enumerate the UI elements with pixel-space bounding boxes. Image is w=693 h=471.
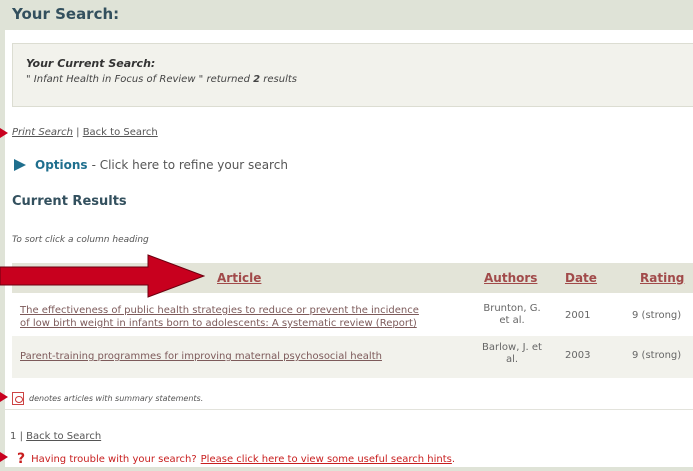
pdf-footnote-text: denotes articles with summary statements… [29,394,204,403]
annotation-pointer-icon [0,128,8,138]
article-rating: 9 (strong) [632,310,682,321]
article-authors: Barlow, J. et al. [482,342,542,365]
annotation-arrow-icon [0,254,205,298]
options-label: Options [35,158,88,172]
page-number: 1 [10,431,17,442]
help-period: . [451,453,456,465]
page-title: Your Search: [12,5,120,23]
search-results-word: results [263,74,298,85]
current-search-label: Your Current Search: [26,57,156,70]
link-separator: | [76,127,80,138]
table-row: Parent-training programmes for improving… [12,336,693,378]
pager-separator: | [19,431,23,442]
search-links: Print Search | Back to Search [12,127,158,138]
search-summary: " Infant Health in Focus of Review " ret… [26,74,297,85]
pdf-footnote: denotes articles with summary statements… [12,392,203,405]
article-authors: Brunton, G. et al. [483,303,541,326]
table-row: The effectiveness of public health strat… [12,294,693,336]
column-header-article[interactable]: Article [217,271,261,285]
current-results-heading: Current Results [12,194,127,209]
options-toggle[interactable]: Options - Click here to refine your sear… [14,158,288,172]
pager: 1 | Back to Search [10,431,101,442]
search-help: ? Having trouble with your search? Pleas… [17,451,455,467]
help-text: Having trouble with your search? [31,453,197,465]
print-search-link[interactable]: Print Search [12,127,73,138]
article-date: 2003 [565,350,591,361]
article-rating: 9 (strong) [632,350,682,361]
back-to-search-link-bottom[interactable]: Back to Search [26,431,101,442]
divider [5,409,693,410]
question-mark-icon: ? [17,451,26,467]
sort-hint: To sort click a column heading [12,235,149,245]
pdf-icon [12,392,24,405]
column-header-authors[interactable]: Authors [484,271,537,285]
article-link[interactable]: The effectiveness of public health strat… [20,304,419,330]
back-to-search-link[interactable]: Back to Search [83,127,158,138]
result-count: 2 [253,74,261,85]
expand-triangle-icon [14,159,26,171]
annotation-pointer-icon [0,452,8,462]
current-search-box: Your Current Search: " Infant Health in … [12,43,693,107]
column-header-rating[interactable]: Rating [640,271,684,285]
bottom-frame [0,467,693,471]
search-hints-link[interactable]: Please click here to view some useful se… [201,454,452,465]
annotation-pointer-icon [0,392,8,402]
options-text: - Click here to refine your search [91,158,288,172]
search-query: " Infant Health in Focus of Review " ret… [26,74,250,85]
article-link[interactable]: Parent-training programmes for improving… [20,350,382,363]
article-date: 2001 [565,310,591,321]
column-header-date[interactable]: Date [565,271,597,285]
